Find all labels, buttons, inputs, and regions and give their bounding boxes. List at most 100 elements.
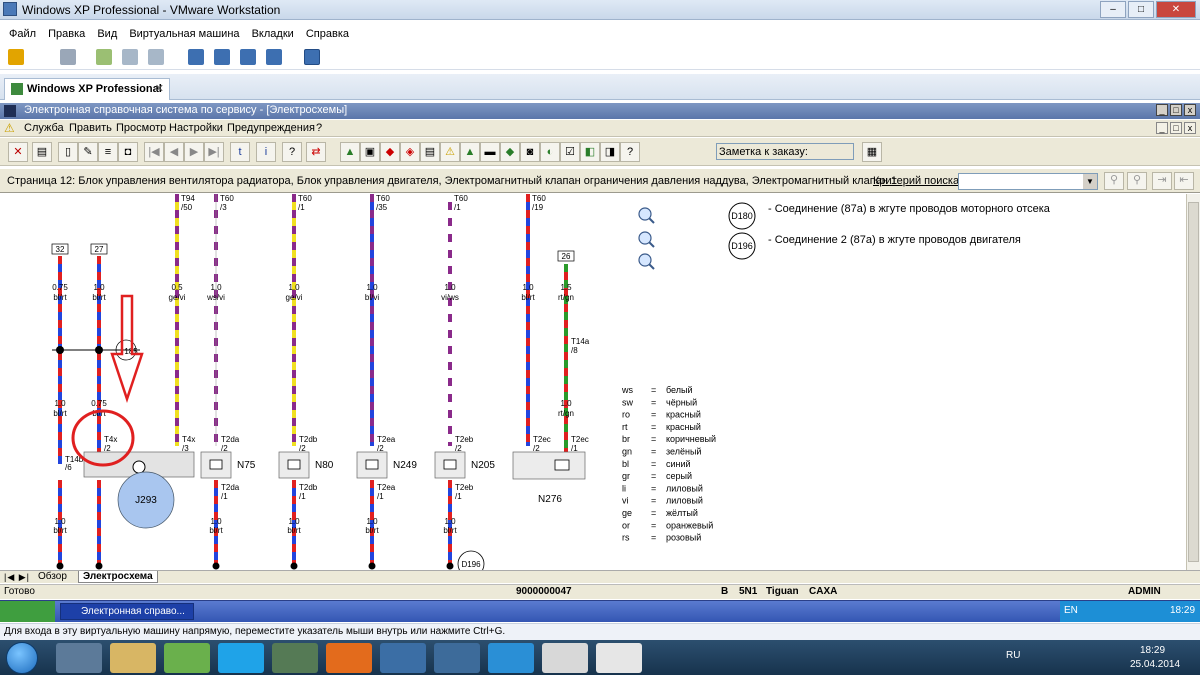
fullscreen-icon[interactable]	[240, 49, 256, 65]
menu-app-edit[interactable]: Править	[69, 122, 112, 134]
network-pin-icon[interactable]	[434, 643, 480, 673]
unity-icon[interactable]	[266, 49, 282, 65]
tab-overview[interactable]: Обзор	[38, 571, 67, 582]
legend-name: зелёный	[666, 447, 701, 457]
vertical-scrollbar[interactable]	[1186, 194, 1200, 570]
guest-start-button[interactable]	[0, 601, 55, 622]
connector-label: T2ec	[571, 435, 589, 444]
tool-icon-2[interactable]: ▣	[360, 142, 380, 162]
menu-question[interactable]: ?	[316, 122, 322, 134]
tool-icon-12[interactable]: ☑	[560, 142, 580, 162]
tab-windows-xp[interactable]: Windows XP Professional ✕	[4, 78, 170, 100]
doc-close-icon[interactable]: x	[1184, 122, 1196, 134]
tool-icon-4[interactable]: ◈	[400, 142, 420, 162]
tool-icon-10[interactable]: ◙	[520, 142, 540, 162]
chevron-down-icon[interactable]: ▼	[1083, 174, 1097, 189]
exit-icon[interactable]: ✕	[8, 142, 28, 162]
warnings-tool-icon[interactable]: ⚠	[440, 142, 460, 162]
search-combo[interactable]: ▼	[958, 173, 1098, 190]
app-minimize-icon[interactable]: _	[1156, 104, 1168, 116]
app-close-icon[interactable]: x	[1184, 104, 1196, 116]
guest-task-item[interactable]: Электронная справо...	[60, 603, 194, 620]
guest-taskbar: Электронная справо... EN 18:29	[0, 600, 1200, 622]
scrollbar-thumb[interactable]	[1188, 202, 1199, 562]
console-view-icon[interactable]	[304, 49, 320, 65]
tool-icon-14[interactable]: ◨	[600, 142, 620, 162]
menu-help[interactable]: Справка	[306, 24, 349, 44]
schematic-canvas[interactable]: T94/50 T60/3 T60/1 T60/35 T60/1 T60/19 32 27 26 0…	[0, 194, 1186, 570]
send-ctrl-alt-del-icon[interactable]	[60, 49, 76, 65]
ref-number: 32	[56, 245, 65, 254]
tool-icon-11[interactable]: ◐	[540, 142, 560, 162]
yandex-pin-icon[interactable]	[596, 643, 642, 673]
d196-text: - Соединение 2 (87a) в жгуте проводов дв…	[768, 234, 1021, 246]
snapshot-icon[interactable]	[96, 49, 112, 65]
tool-icon-15[interactable]: ?	[620, 142, 640, 162]
menu-view[interactable]: Вид	[97, 24, 117, 44]
sidebar-view-icon[interactable]	[188, 49, 204, 65]
folder-pin-icon[interactable]	[110, 643, 156, 673]
help-icon[interactable]: ?	[282, 142, 302, 162]
car-icon[interactable]: ◘	[118, 142, 138, 162]
menu-settings[interactable]: Настройки	[169, 122, 223, 134]
vmware-pin-icon[interactable]	[380, 643, 426, 673]
ie-pin-icon[interactable]	[488, 643, 534, 673]
quick-switch-icon[interactable]	[214, 49, 230, 65]
search-icon[interactable]: ⚲	[1104, 172, 1124, 190]
last-page-icon[interactable]: ▶|	[204, 142, 224, 162]
close-tab-icon[interactable]: ✕	[155, 82, 164, 95]
skype-pin-icon[interactable]	[218, 643, 264, 673]
tool-icon-9[interactable]: ◆	[500, 142, 520, 162]
menu-service[interactable]: Служба	[24, 122, 64, 134]
menu-file[interactable]: Файл	[9, 24, 36, 44]
maximize-icon[interactable]: □	[1128, 1, 1154, 18]
revert-snapshot-icon[interactable]	[122, 49, 138, 65]
tool-icon-3[interactable]: ◆	[380, 142, 400, 162]
print-icon[interactable]: ▤	[32, 142, 52, 162]
prev-page-icon[interactable]: ◀	[164, 142, 184, 162]
sheet-nav-arrows[interactable]: |◀ ▶|	[4, 572, 30, 583]
search-advanced-icon[interactable]: ⚲	[1127, 172, 1147, 190]
pause-icon[interactable]	[8, 49, 24, 65]
windows-start-icon[interactable]	[6, 642, 38, 674]
menu-tabs[interactable]: Вкладки	[252, 24, 294, 44]
first-page-icon[interactable]: |◀	[144, 142, 164, 162]
search-prev-icon[interactable]: ⇤	[1174, 172, 1194, 190]
edit-doc-icon[interactable]: ✎	[78, 142, 98, 162]
app-pin-icon[interactable]	[272, 643, 318, 673]
tool-icon-13[interactable]: ◧	[580, 142, 600, 162]
tool-icon-1[interactable]: ▲	[340, 142, 360, 162]
menu-edit[interactable]: Правка	[48, 24, 85, 44]
doc-minimize-icon[interactable]: _	[1156, 122, 1168, 134]
info-icon[interactable]: i	[256, 142, 276, 162]
icq-pin-icon[interactable]	[164, 643, 210, 673]
chrome-pin-icon[interactable]	[542, 643, 588, 673]
app-restore-icon[interactable]: □	[1170, 104, 1182, 116]
swap-icon[interactable]: ⇄	[306, 142, 326, 162]
explorer-pin-icon[interactable]	[56, 643, 102, 673]
legend-name: синий	[666, 459, 691, 469]
search-next-icon[interactable]: ⇥	[1152, 172, 1172, 190]
valve-coil-icon	[365, 459, 379, 470]
jump-icon[interactable]: t	[230, 142, 250, 162]
doc-list-icon[interactable]: ≡	[98, 142, 118, 162]
connector-label: T2da	[221, 483, 240, 492]
menu-warnings[interactable]: Предупреждения	[227, 122, 315, 134]
new-doc-icon[interactable]: ▯	[58, 142, 78, 162]
menu-vm[interactable]: Виртуальная машина	[129, 24, 239, 44]
snapshot-manager-icon[interactable]	[148, 49, 164, 65]
menu-app-view[interactable]: Просмотр	[116, 122, 166, 134]
doc-restore-icon[interactable]: □	[1170, 122, 1182, 134]
tool-icon-8[interactable]: ▬	[480, 142, 500, 162]
order-note-button[interactable]: ▦	[862, 142, 882, 162]
tool-icon-5[interactable]: ▤	[420, 142, 440, 162]
next-page-icon[interactable]: ▶	[184, 142, 204, 162]
tab-schematic[interactable]: Электросхема	[78, 571, 158, 583]
host-lang[interactable]: RU	[1006, 650, 1020, 661]
connector-label: /8	[571, 346, 578, 355]
minimize-icon[interactable]: –	[1100, 1, 1126, 18]
close-icon[interactable]: ✕	[1156, 1, 1196, 18]
flash-pin-icon[interactable]	[326, 643, 372, 673]
tool-icon-7[interactable]: ▲	[460, 142, 480, 162]
guest-lang[interactable]: EN	[1064, 605, 1078, 616]
